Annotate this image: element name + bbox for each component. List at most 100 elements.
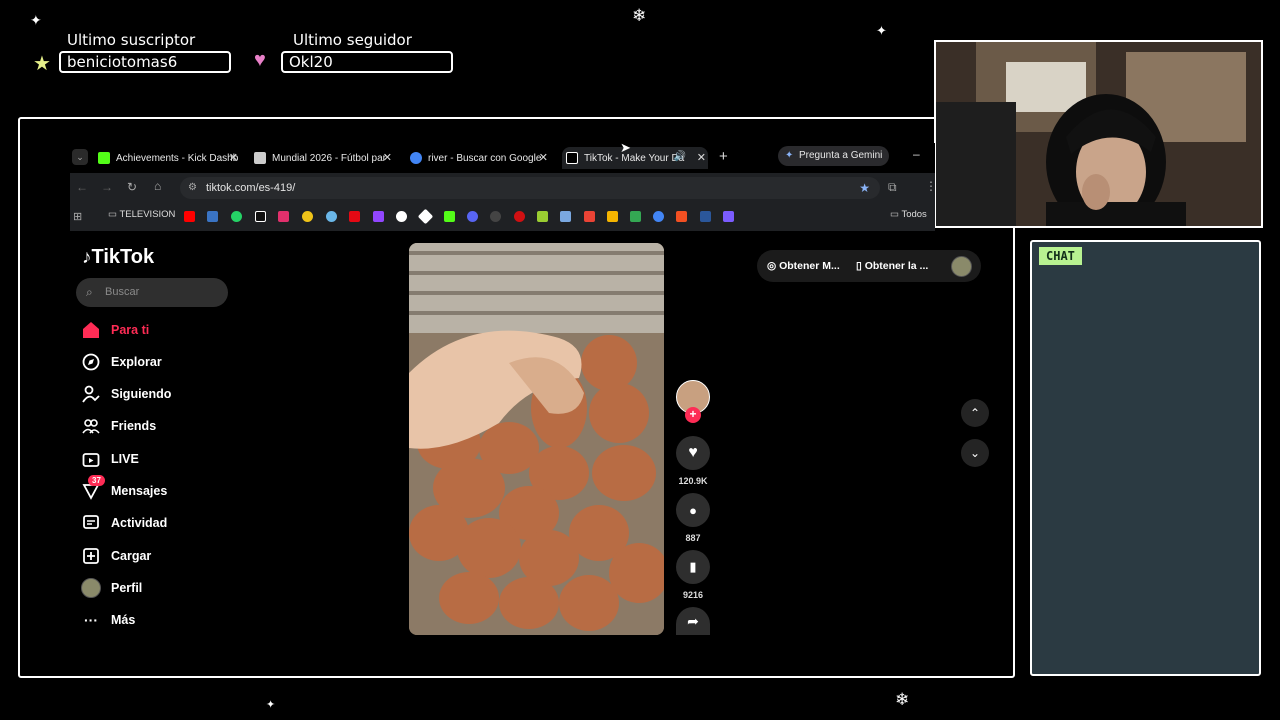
netflix-icon[interactable] bbox=[349, 211, 360, 222]
bookmark-icon[interactable] bbox=[326, 211, 337, 222]
comment-count: 887 bbox=[685, 533, 701, 543]
previous-video-button[interactable]: ⌃ bbox=[961, 399, 989, 427]
search-icon: ⌕ bbox=[86, 285, 93, 299]
tiktok-icon[interactable] bbox=[255, 211, 266, 222]
nav-label: Para ti bbox=[111, 323, 150, 337]
close-icon[interactable]: ✕ bbox=[539, 151, 548, 164]
search-input[interactable]: ⌕ Buscar bbox=[76, 278, 228, 307]
google-icon bbox=[410, 152, 422, 164]
gemini-icon: ✦ bbox=[785, 150, 794, 161]
home-button-icon[interactable]: ⌂ bbox=[154, 179, 161, 193]
bookmark-icon[interactable] bbox=[653, 211, 664, 222]
bookmark-icon[interactable] bbox=[417, 208, 434, 225]
bookmark-icon[interactable] bbox=[537, 211, 548, 222]
bookmark-icon[interactable] bbox=[396, 211, 407, 222]
drive-icon[interactable] bbox=[630, 211, 641, 222]
forward-icon[interactable]: → bbox=[101, 180, 113, 194]
bookmark-icon: ▮ bbox=[689, 559, 697, 574]
new-tab-icon[interactable]: + bbox=[719, 148, 728, 165]
kick-icon bbox=[98, 152, 110, 164]
bookmarks-bar: ⊞ ▭ TELEVISION ▭ Todos bbox=[70, 203, 935, 231]
share-button[interactable]: ➦ bbox=[676, 607, 710, 635]
sparkle-icon: ✦ bbox=[266, 699, 276, 711]
last-subscriber-title: Ultimo suscriptor bbox=[67, 31, 196, 49]
tab-label: TikTok - Make Your Da bbox=[584, 152, 685, 164]
tab-mundial[interactable]: Mundial 2026 - Fútbol par ✕ bbox=[254, 147, 394, 169]
nav-perfil[interactable]: Perfil bbox=[80, 576, 142, 600]
activity-icon bbox=[80, 512, 102, 534]
menu-icon[interactable]: ⋮ bbox=[925, 179, 937, 193]
bookmark-icon[interactable] bbox=[560, 211, 571, 222]
tiktok-logo[interactable]: ♪TikTok bbox=[82, 246, 154, 269]
like-count: 120.9K bbox=[678, 476, 708, 486]
save-button[interactable]: ▮ bbox=[676, 550, 710, 584]
extensions-icon[interactable]: ⧉ bbox=[888, 180, 897, 195]
nav-para-ti[interactable]: Para ti bbox=[80, 318, 149, 342]
nav-explorar[interactable]: Explorar bbox=[80, 350, 162, 374]
bookmark-icon[interactable] bbox=[302, 211, 313, 222]
speaker-icon[interactable]: 🔊 bbox=[674, 151, 686, 162]
apps-icon[interactable]: ⊞ bbox=[73, 210, 82, 223]
bookmark-icon[interactable] bbox=[514, 211, 525, 222]
nav-actividad[interactable]: Actividad bbox=[80, 511, 167, 535]
tab-tiktok[interactable]: TikTok - Make Your Da 🔊 ✕ bbox=[562, 147, 708, 169]
browser-window: ⌄ Achievements - Kick Dashb ✕ Mundial 20… bbox=[70, 143, 937, 233]
close-icon[interactable]: ✕ bbox=[697, 151, 706, 164]
close-icon[interactable]: ✕ bbox=[229, 151, 238, 164]
webcam-feed bbox=[934, 40, 1263, 228]
reload-icon[interactable]: ↻ bbox=[127, 180, 137, 194]
profile-avatar bbox=[80, 577, 102, 599]
follow-plus-icon[interactable]: + bbox=[685, 407, 701, 423]
instagram-icon[interactable] bbox=[278, 211, 289, 222]
steam-icon[interactable] bbox=[207, 211, 218, 222]
site-info-icon[interactable]: ⚙ bbox=[188, 177, 197, 199]
like-button[interactable]: ♥ bbox=[676, 436, 710, 470]
search-placeholder: Buscar bbox=[105, 286, 140, 298]
user-avatar[interactable] bbox=[951, 256, 972, 277]
tab-google[interactable]: river - Buscar con Google ✕ bbox=[410, 147, 550, 169]
close-icon[interactable]: ✕ bbox=[383, 151, 392, 164]
bookmark-icon[interactable] bbox=[607, 211, 618, 222]
gemini-button[interactable]: ✦ Pregunta a Gemini bbox=[778, 146, 889, 166]
minimize-icon[interactable]: – bbox=[913, 147, 920, 161]
tab-kick[interactable]: Achievements - Kick Dashb ✕ bbox=[98, 147, 240, 169]
all-bookmarks-label: Todos bbox=[901, 209, 927, 220]
comment-button[interactable]: ● bbox=[676, 493, 710, 527]
tab-search-icon[interactable]: ⌄ bbox=[72, 149, 88, 165]
get-app-button-1[interactable]: ◎ Obtener M... bbox=[767, 260, 840, 272]
comment-icon: ● bbox=[689, 502, 697, 518]
bookmark-star-icon[interactable]: ★ bbox=[859, 177, 870, 199]
app-icon: ◎ bbox=[767, 260, 777, 272]
bookmark-icon[interactable] bbox=[700, 211, 711, 222]
all-bookmarks[interactable]: ▭ Todos bbox=[890, 209, 927, 220]
star-icon: ★ bbox=[33, 53, 51, 75]
nav-cargar[interactable]: Cargar bbox=[80, 544, 151, 568]
nav-siguiendo[interactable]: Siguiendo bbox=[80, 382, 171, 406]
bookmark-icon[interactable] bbox=[490, 211, 501, 222]
address-bar[interactable]: ⚙ tiktok.com/es-419/ ★ bbox=[180, 177, 880, 199]
get-app-label-1: Obtener M... bbox=[779, 260, 840, 272]
twitch-icon[interactable] bbox=[373, 211, 384, 222]
live-icon bbox=[80, 448, 102, 470]
video-player[interactable] bbox=[409, 243, 664, 635]
bookmark-icon[interactable] bbox=[723, 211, 734, 222]
kick-icon[interactable] bbox=[444, 211, 455, 222]
next-video-button[interactable]: ⌄ bbox=[961, 439, 989, 467]
nav-mas[interactable]: ··· Más bbox=[80, 608, 135, 632]
bookmark-icon[interactable] bbox=[467, 211, 478, 222]
mouse-cursor-icon: ➤ bbox=[620, 140, 631, 155]
whatsapp-icon[interactable] bbox=[231, 211, 242, 222]
nav-label: Friends bbox=[111, 419, 157, 433]
back-icon[interactable]: ← bbox=[76, 180, 88, 194]
nav-live[interactable]: LIVE bbox=[80, 447, 139, 471]
bookmark-folder[interactable]: ▭ TELEVISION bbox=[108, 209, 175, 220]
nav-friends[interactable]: Friends bbox=[80, 414, 156, 438]
compass-icon bbox=[80, 351, 102, 373]
microsoft-icon[interactable] bbox=[676, 211, 687, 222]
webcam-image bbox=[936, 42, 1261, 226]
chat-label: CHAT bbox=[1039, 247, 1082, 265]
get-app-button-2[interactable]: ▯ Obtener la ... bbox=[856, 260, 928, 272]
gmail-icon[interactable] bbox=[584, 211, 595, 222]
youtube-icon[interactable] bbox=[184, 211, 195, 222]
nav-mensajes[interactable]: 37 Mensajes bbox=[80, 475, 167, 503]
